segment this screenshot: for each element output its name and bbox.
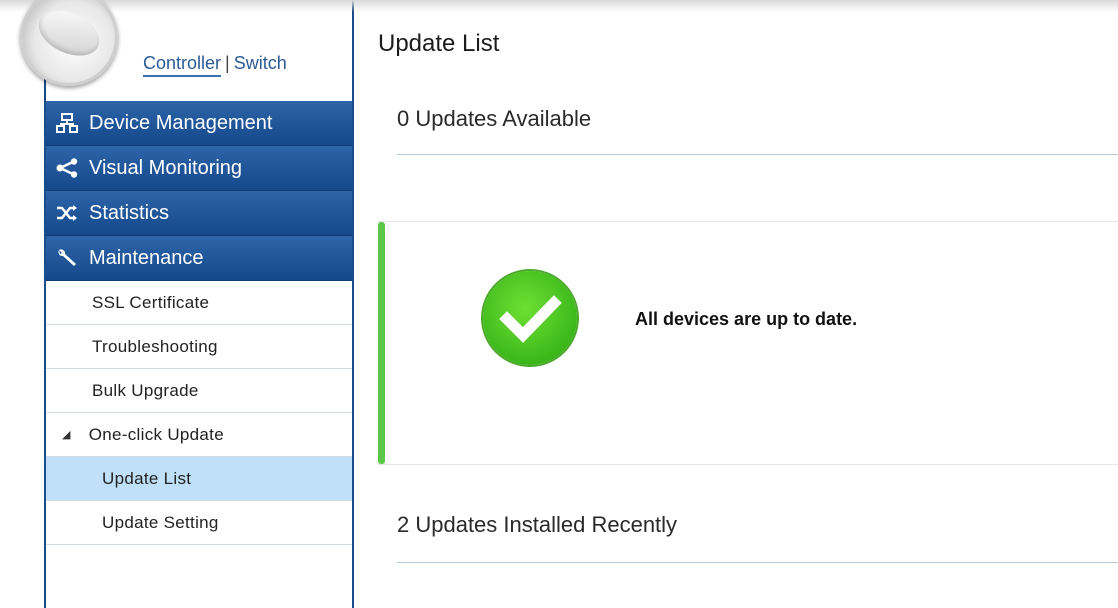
status-message: All devices are up to date.	[635, 309, 858, 329]
nav-label: Visual Monitoring	[89, 156, 243, 179]
wrench-icon	[55, 248, 79, 268]
sidebar-item-label: Update Setting	[102, 512, 219, 532]
nav-device-management[interactable]: Device Management	[46, 101, 352, 146]
sidebar-item-update-list[interactable]: Update List	[46, 457, 352, 501]
nav-maintenance[interactable]: Maintenance	[46, 236, 352, 281]
sidebar-item-troubleshooting[interactable]: Troubleshooting	[46, 325, 352, 369]
controller-link[interactable]: Controller	[143, 53, 222, 77]
main-content: Update List 0 Updates Available All devi…	[352, 0, 1118, 608]
shuffle-icon	[55, 203, 79, 223]
device-logo	[20, 0, 118, 86]
updates-available-heading: 0 Updates Available	[397, 106, 1118, 155]
switch-link[interactable]: Switch	[234, 53, 287, 73]
nav-label: Maintenance	[89, 246, 204, 269]
sidebar-item-label: Troubleshooting	[92, 336, 218, 356]
sidebar-item-one-click-update[interactable]: ◢ One-click Update	[46, 413, 352, 457]
sidebar-nav: Device Management Visual Monitoring Stat…	[46, 101, 352, 545]
nav-label: Statistics	[89, 201, 170, 224]
status-indicator-bar	[378, 222, 385, 464]
expanded-triangle-icon[interactable]: ◢	[62, 428, 71, 441]
sidebar-item-ssl-certificate[interactable]: SSL Certificate	[46, 281, 352, 325]
nav-statistics[interactable]: Statistics	[46, 191, 352, 236]
nav-label: Device Management	[89, 111, 273, 134]
share-icon	[55, 158, 79, 178]
sidebar-item-bulk-upgrade[interactable]: Bulk Upgrade	[46, 369, 352, 413]
check-icon	[483, 271, 577, 365]
sidebar-item-label: SSL Certificate	[92, 292, 210, 312]
page-title: Update List	[378, 30, 500, 57]
sidebar: Controller | Switch Device Management Visu…	[20, 0, 354, 608]
mode-separator: |	[225, 53, 230, 73]
sidebar-item-label: Update List	[102, 468, 192, 488]
sidebar-item-update-setting[interactable]: Update Setting	[46, 501, 352, 545]
top-shadow	[0, 0, 1118, 12]
installed-updates-heading[interactable]: 2 Updates Installed Recently	[397, 512, 1118, 563]
access-point-image	[31, 1, 107, 65]
nav-visual-monitoring[interactable]: Visual Monitoring	[46, 146, 352, 191]
status-panel: All devices are up to date.	[378, 221, 1118, 465]
mode-switch: Controller | Switch	[143, 53, 287, 77]
network-icon	[55, 113, 79, 133]
sidebar-item-label: One-click Update	[88, 424, 224, 444]
sidebar-item-label: Bulk Upgrade	[92, 380, 199, 400]
